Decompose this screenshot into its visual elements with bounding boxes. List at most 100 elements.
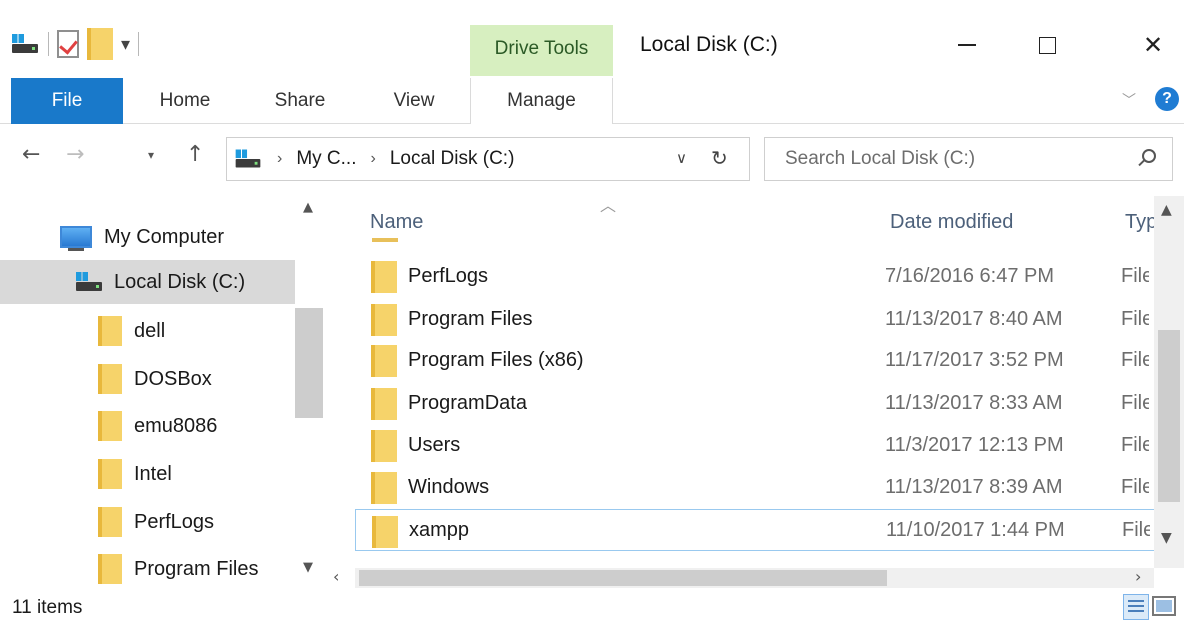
toolbar-divider — [48, 32, 49, 56]
ribbon-tabs: File Home Share View Manage — [0, 78, 1184, 124]
window-title: Local Disk (C:) — [640, 33, 778, 56]
search-box[interactable]: Search Local Disk (C:) — [764, 137, 1173, 181]
nav-item-my-computer[interactable]: My Computer — [0, 215, 295, 259]
title-bar: ▾ Drive Tools Local Disk (C:) ✕ — [0, 0, 1184, 78]
drive-icon[interactable] — [10, 33, 40, 55]
search-placeholder: Search Local Disk (C:) — [785, 148, 976, 169]
folder-icon — [371, 388, 397, 420]
file-name: Program Files (x86) — [408, 348, 584, 371]
address-dropdown-icon[interactable]: ∨ — [676, 149, 687, 167]
customize-toolbar-icon[interactable]: ▾ — [121, 34, 130, 55]
search-icon[interactable] — [1142, 149, 1156, 163]
tab-manage[interactable]: Manage — [470, 78, 613, 124]
tab-view[interactable]: View — [376, 78, 452, 124]
scroll-thumb[interactable] — [359, 570, 887, 586]
nav-item-label: Intel — [134, 462, 172, 485]
nav-item-label: My Computer — [104, 225, 225, 248]
scroll-thumb[interactable] — [295, 308, 323, 418]
table-row[interactable]: xampp 11/10/2017 1:44 PM File — [355, 509, 1175, 551]
table-row[interactable]: PerfLogs 7/16/2016 6:47 PM File — [355, 255, 1175, 297]
table-row[interactable]: Program Files 11/13/2017 8:40 AM File — [355, 298, 1175, 340]
file-name: xampp — [409, 518, 470, 541]
address-bar[interactable]: › My C... › Local Disk (C:) ∨ ↻ — [226, 137, 750, 181]
details-view-icon[interactable] — [1123, 594, 1149, 620]
forward-arrow-icon[interactable]: → — [66, 142, 84, 167]
large-icons-view-icon[interactable] — [1152, 596, 1176, 616]
file-type: File — [1122, 518, 1150, 541]
nav-item-local-disk[interactable]: Local Disk (C:) — [0, 260, 295, 304]
file-list-horizontal-scrollbar[interactable]: ‹ › — [333, 567, 1154, 588]
file-list: ︿ Name Date modified Typ PerfLogs 7/16/2… — [325, 196, 1184, 568]
table-row[interactable]: ProgramData 11/13/2017 8:33 AM File — [355, 382, 1175, 424]
nav-item-folder[interactable]: PerfLogs — [0, 500, 295, 544]
scroll-right-icon[interactable]: › — [1135, 567, 1141, 586]
column-header-date[interactable]: Date modified — [890, 196, 1013, 248]
folder-icon — [371, 304, 397, 336]
scroll-up-icon[interactable]: ▲ — [303, 200, 313, 215]
file-date: 11/13/2017 8:39 AM — [885, 475, 1063, 498]
scroll-down-icon[interactable]: ▼ — [1161, 530, 1172, 546]
expand-ribbon-icon[interactable]: ﹀ — [1122, 90, 1136, 110]
drive-icon — [234, 149, 263, 170]
folder-icon — [98, 507, 122, 537]
maximize-button[interactable] — [1024, 30, 1070, 60]
minimize-button[interactable] — [944, 30, 990, 60]
scroll-thumb[interactable] — [1158, 330, 1180, 502]
file-name: Program Files — [408, 307, 533, 330]
tab-file[interactable]: File — [11, 78, 123, 124]
folder-icon — [98, 364, 122, 394]
nav-scrollbar[interactable]: ▲ ▼ — [295, 196, 325, 588]
tab-share[interactable]: Share — [262, 78, 338, 124]
status-bar: 11 items — [0, 588, 1184, 626]
back-arrow-icon[interactable]: ← — [22, 142, 40, 167]
tab-home[interactable]: Home — [140, 78, 230, 124]
nav-item-folder[interactable]: Program Files — [0, 547, 295, 588]
folder-icon — [371, 430, 397, 462]
breadcrumb-item[interactable]: Local Disk (C:) — [390, 148, 515, 170]
scroll-left-icon[interactable]: ‹ — [333, 567, 339, 586]
close-button[interactable]: ✕ — [1130, 30, 1176, 60]
table-row[interactable]: Users 11/3/2017 12:13 PM File — [355, 424, 1175, 466]
column-header-type[interactable]: Typ — [1125, 196, 1157, 248]
recent-locations-icon[interactable]: ▾ — [148, 148, 154, 162]
new-folder-icon[interactable] — [87, 28, 113, 60]
folder-icon — [98, 316, 122, 346]
folder-icon — [98, 459, 122, 489]
file-name: Windows — [408, 475, 490, 498]
nav-item-label: dell — [134, 319, 166, 342]
file-name: Users — [408, 433, 461, 456]
drive-icon — [74, 271, 104, 293]
nav-item-folder[interactable]: DOSBox — [0, 357, 295, 401]
file-name: PerfLogs — [408, 264, 489, 287]
file-list-vertical-scrollbar[interactable]: ▲ ▼ — [1154, 196, 1184, 568]
help-icon[interactable]: ? — [1155, 87, 1179, 111]
table-row[interactable]: Program Files (x86) 11/17/2017 3:52 PM F… — [355, 339, 1175, 381]
table-row[interactable]: Windows 11/13/2017 8:39 AM File — [355, 466, 1175, 508]
file-date: 11/10/2017 1:44 PM — [886, 518, 1065, 541]
folder-icon — [372, 516, 398, 548]
folder-icon — [371, 472, 397, 504]
nav-item-folder[interactable]: emu8086 — [0, 404, 295, 448]
file-date: 7/16/2016 6:47 PM — [885, 264, 1055, 287]
properties-icon[interactable] — [57, 30, 79, 58]
nav-item-label: DOSBox — [134, 367, 212, 390]
file-date: 11/17/2017 3:52 PM — [885, 348, 1064, 371]
file-date: 11/13/2017 8:33 AM — [885, 391, 1063, 414]
scroll-up-icon[interactable]: ▲ — [1161, 202, 1172, 218]
folder-icon — [371, 261, 397, 293]
nav-item-folder[interactable]: dell — [0, 309, 295, 353]
scroll-down-icon[interactable]: ▼ — [303, 560, 313, 575]
refresh-icon[interactable]: ↻ — [711, 146, 728, 171]
breadcrumb-separator-icon[interactable]: › — [277, 150, 282, 168]
computer-icon — [60, 226, 92, 251]
folder-icon — [371, 345, 397, 377]
toolbar-divider — [138, 32, 140, 56]
nav-item-folder[interactable]: Intel — [0, 452, 295, 496]
sort-ascending-icon: ︿ — [600, 196, 617, 215]
breadcrumb-item[interactable]: My C... — [296, 148, 356, 170]
breadcrumb-separator-icon[interactable]: › — [371, 150, 376, 168]
navigation-pane: My Computer Local Disk (C:) dell DOSBox … — [0, 196, 325, 588]
folder-icon — [98, 411, 122, 441]
up-arrow-icon[interactable]: ↑ — [186, 142, 204, 167]
file-type: File — [1121, 264, 1149, 287]
